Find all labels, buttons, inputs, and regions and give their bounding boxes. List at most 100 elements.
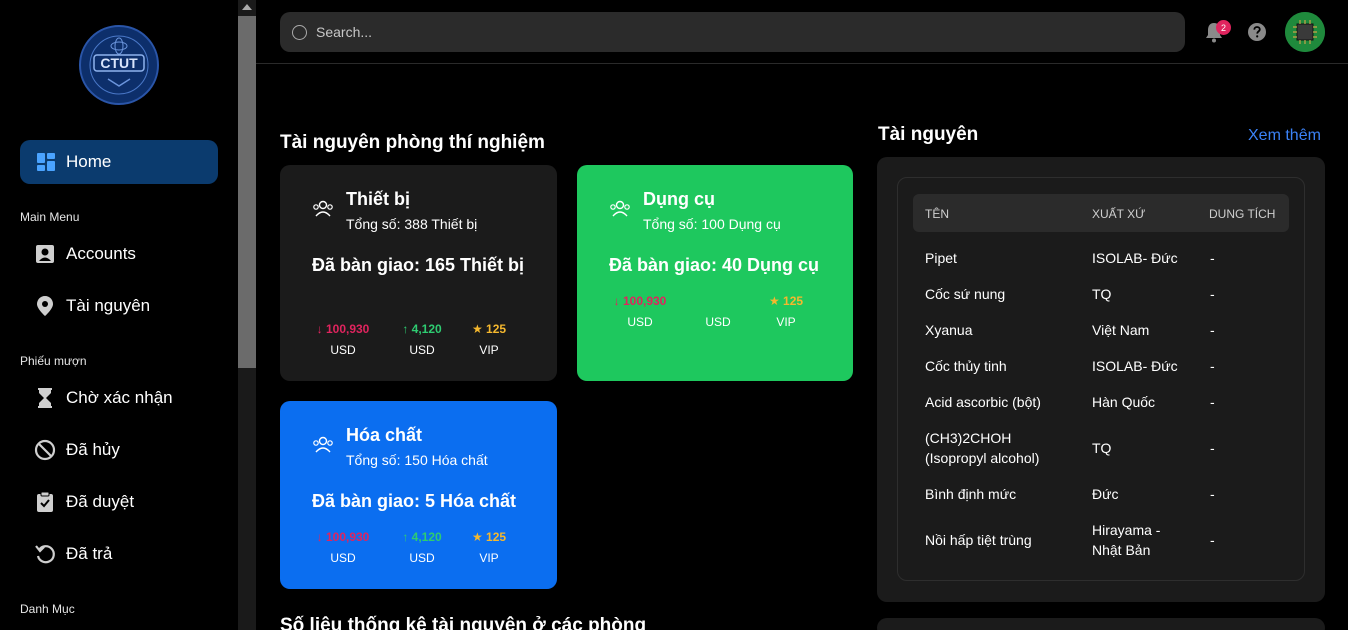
card-subtitle: Tổng số: 150 Hóa chất <box>346 452 488 468</box>
nav-home-label: Home <box>66 152 112 171</box>
nav-accounts-label: Accounts <box>66 244 136 263</box>
stat-value: ★ 125 <box>471 530 507 544</box>
resources-panel: TÊN XUẤT XỨ DUNG TÍCH Pipet ISOLAB- Đức … <box>877 157 1325 602</box>
location-pin-icon <box>37 296 53 316</box>
account-icon <box>36 245 54 263</box>
cell-origin: Việt Nam <box>1092 322 1150 338</box>
nav-da-tra[interactable]: Đã trả <box>34 539 112 569</box>
cell-name: Pipet <box>925 250 957 266</box>
search-bar[interactable] <box>280 12 1185 52</box>
stat-value: ↑ 4,120 <box>402 322 442 336</box>
card-title: Thiết bị <box>346 189 410 209</box>
cell-origin: TQ <box>1092 440 1112 456</box>
sidebar: CTUT Home Main Menu Accounts Tài nguyên … <box>0 0 238 630</box>
table-row[interactable]: Nồi hấp tiệt trùng Hirayama - Nhật Bản - <box>925 520 1285 560</box>
table-row[interactable]: Acid ascorbic (bột) Hàn Quốc - <box>925 392 1285 412</box>
cell-volume: - <box>1210 358 1215 374</box>
ctut-logo: CTUT <box>79 25 159 105</box>
topbar: 2 <box>256 0 1348 64</box>
stat-unit: VIP <box>479 551 499 565</box>
search-input[interactable] <box>316 24 1176 40</box>
scroll-up-arrow-icon[interactable] <box>242 4 252 10</box>
page-title: Tài nguyên phòng thí nghiệm <box>280 132 545 153</box>
sidebar-scrollbar-thumb[interactable] <box>238 16 256 368</box>
cell-origin: ISOLAB- Đức <box>1092 250 1178 266</box>
stat-unit: VIP <box>479 343 499 357</box>
nav-accounts[interactable]: Accounts <box>34 239 136 269</box>
nav-cho-xac-nhan-label: Chờ xác nhận <box>66 388 173 407</box>
card-handed-count: Đã bàn giao: 5 Hóa chất <box>312 491 517 511</box>
cell-origin: ISOLAB- Đức <box>1092 358 1178 374</box>
table-row[interactable]: Xyanua Việt Nam - <box>925 320 1285 340</box>
cell-volume: - <box>1210 532 1215 548</box>
section-main-menu: Main Menu <box>20 210 80 224</box>
column-header-origin: XUẤT XỨ <box>1092 207 1146 221</box>
stat-value: ★ 125 <box>768 294 804 308</box>
stat-value: ↓ 100,930 <box>316 530 370 544</box>
clipboard-check-icon <box>37 491 53 512</box>
table-row[interactable]: Pipet ISOLAB- Đức - <box>925 248 1285 268</box>
nav-da-duyet[interactable]: Đã duyệt <box>34 487 134 517</box>
cell-volume: - <box>1210 486 1215 502</box>
card-dung-cu[interactable]: Dụng cụ Tổng số: 100 Dụng cụ Đã bàn giao… <box>577 165 853 381</box>
search-icon <box>292 24 307 40</box>
stat-value: ↓ 100,930 <box>613 294 667 308</box>
card-handed-count: Đã bàn giao: 40 Dụng cụ <box>609 255 820 275</box>
nav-da-duyet-label: Đã duyệt <box>66 492 135 511</box>
resources-title: Tài nguyên <box>878 124 979 145</box>
nav-da-huy-label: Đã hủy <box>66 440 120 459</box>
cell-origin: Hirayama - Nhật Bản <box>1092 522 1161 558</box>
dashboard-icon <box>37 153 55 171</box>
stat-decrease: ↓ 100,930 USD <box>308 530 378 565</box>
resources-table: TÊN XUẤT XỨ DUNG TÍCH Pipet ISOLAB- Đức … <box>897 177 1305 581</box>
card-subtitle: Tổng số: 100 Dụng cụ <box>643 216 781 232</box>
nav-tai-nguyen-label: Tài nguyên <box>66 296 151 315</box>
stat-unit: USD <box>705 315 731 329</box>
stat-unit: USD <box>627 315 653 329</box>
nav-home[interactable]: Home <box>20 140 218 184</box>
stat-value: ★ 125 <box>471 322 507 336</box>
stat-unit: USD <box>409 551 435 565</box>
column-header-name: TÊN <box>925 207 949 221</box>
stat-increase: USD <box>683 294 753 329</box>
card-subtitle: Tổng số: 388 Thiết bị <box>346 216 478 232</box>
avatar-chip-icon <box>1285 12 1325 52</box>
card-hoa-chat[interactable]: Hóa chất Tổng số: 150 Hóa chất Đã bàn gi… <box>280 401 557 589</box>
stat-unit: USD <box>330 551 356 565</box>
help-icon[interactable] <box>1247 22 1267 42</box>
cell-origin: Hàn Quốc <box>1092 394 1156 410</box>
stat-increase: ↑ 4,120 USD <box>387 530 457 565</box>
stat-decrease: ↓ 100,930 USD <box>605 294 675 329</box>
see-more-link[interactable]: Xem thêm <box>1248 127 1321 145</box>
user-avatar[interactable] <box>1285 12 1325 52</box>
card-thiet-bi[interactable]: Thiết bị Tổng số: 388 Thiết bị Đã bàn gi… <box>280 165 557 381</box>
cell-name: (CH3)2CHOH (Isopropyl alcohol) <box>925 430 1040 466</box>
stat-vip: ★ 125 VIP <box>751 294 821 329</box>
cell-volume: - <box>1210 394 1215 410</box>
cell-name: Xyanua <box>925 322 973 338</box>
table-row[interactable]: Bình định mức Đức - <box>925 484 1285 504</box>
stat-decrease: ↓ 100,930 USD <box>308 322 378 357</box>
table-row[interactable]: (CH3)2CHOH (Isopropyl alcohol) TQ - <box>925 428 1285 468</box>
stat-unit: VIP <box>776 315 796 329</box>
svg-text:CTUT: CTUT <box>100 55 138 71</box>
cell-name: Cốc sứ nung <box>925 286 1006 302</box>
section-danh-muc: Danh Mục <box>20 602 75 616</box>
undo-icon <box>35 545 55 564</box>
nav-tai-nguyen[interactable]: Tài nguyên <box>34 291 150 321</box>
nav-da-tra-label: Đã trả <box>66 544 113 563</box>
nav-da-huy[interactable]: Đã hủy <box>34 435 120 465</box>
stat-unit: USD <box>330 343 356 357</box>
stat-vip: ★ 125 VIP <box>454 322 524 357</box>
table-row[interactable]: Cốc thủy tinh ISOLAB- Đức - <box>925 356 1285 376</box>
cell-volume: - <box>1210 286 1215 302</box>
cell-volume: - <box>1210 322 1215 338</box>
stat-increase: ↑ 4,120 USD <box>387 322 457 357</box>
card-title: Hóa chất <box>346 425 423 445</box>
column-header-volume: DUNG TÍCH <box>1209 207 1276 221</box>
stats-section-title: Số liệu thống kê tài nguyên ở các phòng <box>280 615 647 630</box>
table-row[interactable]: Cốc sứ nung TQ - <box>925 284 1285 304</box>
nav-cho-xac-nhan[interactable]: Chờ xác nhận <box>34 383 173 413</box>
cell-name: Bình định mức <box>925 486 1017 502</box>
stat-value <box>683 294 753 308</box>
